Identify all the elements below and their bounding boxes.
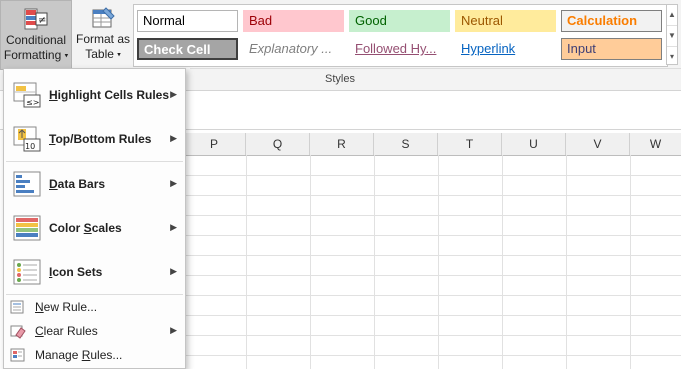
menu-label: ata Bars bbox=[57, 177, 106, 191]
style-explanatory[interactable]: Explanatory ... bbox=[243, 38, 344, 60]
styles-group-label: Styles bbox=[325, 73, 355, 85]
grid-line bbox=[630, 155, 631, 369]
column-header-p[interactable]: P bbox=[183, 133, 246, 155]
grid-line bbox=[374, 155, 375, 369]
grid-line bbox=[310, 155, 311, 369]
menu-item-clear-rules[interactable]: Clear Rules ▶ bbox=[4, 319, 185, 343]
grid-line bbox=[183, 295, 681, 296]
conditional-formatting-icon: ≠ bbox=[24, 8, 48, 30]
ribbon-separator bbox=[190, 68, 681, 69]
menu-label: ighlight Cells Rules bbox=[57, 88, 170, 102]
grid-line bbox=[246, 155, 247, 369]
submenu-arrow-icon: ▶ bbox=[170, 133, 177, 143]
menu-item-manage-rules[interactable]: Manage Rules... bbox=[4, 343, 185, 367]
menu-label-mnemonic: S bbox=[83, 221, 92, 235]
grid-line bbox=[183, 355, 681, 356]
grid-line bbox=[183, 275, 681, 276]
column-header-u[interactable]: U bbox=[502, 133, 566, 155]
submenu-arrow-icon: ▶ bbox=[170, 178, 177, 188]
color-scales-icon bbox=[13, 215, 41, 241]
column-header-v[interactable]: V bbox=[566, 133, 630, 155]
highlight-cells-rules-icon: ≤> bbox=[13, 82, 41, 108]
conditional-formatting-label-1: Conditional bbox=[5, 33, 67, 47]
submenu-arrow-icon: ▶ bbox=[170, 222, 177, 232]
column-header-q[interactable]: Q bbox=[246, 133, 310, 155]
format-as-table-button[interactable]: Format as Table ▾ bbox=[74, 0, 132, 70]
menu-label: con Sets bbox=[52, 265, 103, 279]
conditional-formatting-button[interactable]: ≠ Conditional Formatting ▾ bbox=[0, 0, 72, 70]
menu-label: op/Bottom Rules bbox=[55, 132, 152, 146]
gallery-more-icon[interactable]: ▾ bbox=[667, 47, 677, 67]
menu-item-highlight-cells-rules[interactable]: ≤> Highlight Cells Rules ▶ bbox=[4, 73, 185, 117]
column-header-w[interactable]: W bbox=[630, 133, 681, 155]
scroll-up-icon[interactable]: ▲ bbox=[667, 5, 677, 26]
submenu-arrow-icon: ▶ bbox=[170, 325, 177, 335]
style-good[interactable]: Good bbox=[349, 10, 450, 32]
column-header-r[interactable]: R bbox=[310, 133, 374, 155]
gallery-scrollbar[interactable]: ▲ ▼ ▾ bbox=[666, 4, 678, 65]
menu-item-data-bars[interactable]: Data Bars ▶ bbox=[4, 162, 185, 206]
style-hyperlink[interactable]: Hyperlink bbox=[455, 38, 556, 60]
conditional-formatting-menu: ≤> Highlight Cells Rules ▶ 10 Top/Bottom… bbox=[3, 68, 186, 369]
conditional-formatting-label-2: Formatting bbox=[3, 48, 62, 62]
menu-label: cales bbox=[91, 221, 122, 235]
new-rule-icon bbox=[10, 300, 24, 314]
grid-line bbox=[183, 235, 681, 236]
style-input[interactable]: Input bbox=[561, 38, 662, 60]
format-as-table-label-1: Format as bbox=[75, 32, 130, 46]
svg-text:10: 10 bbox=[25, 142, 35, 151]
column-headers: P Q R S T U V W bbox=[183, 133, 681, 156]
format-as-table-icon bbox=[92, 7, 115, 28]
chevron-down-icon: ▾ bbox=[117, 51, 121, 59]
style-neutral[interactable]: Neutral bbox=[455, 10, 556, 32]
grid-line bbox=[183, 195, 681, 196]
menu-label-mnemonic: D bbox=[49, 177, 58, 191]
svg-text:≤>: ≤> bbox=[26, 98, 39, 107]
grid-line bbox=[566, 155, 567, 369]
menu-label-mnemonic: N bbox=[35, 300, 44, 314]
top-bottom-rules-icon: 10 bbox=[13, 126, 41, 152]
submenu-arrow-icon: ▶ bbox=[170, 89, 177, 99]
data-bars-icon bbox=[13, 171, 41, 197]
scroll-down-icon[interactable]: ▼ bbox=[667, 26, 677, 47]
menu-item-icon-sets[interactable]: Icon Sets ▶ bbox=[4, 250, 185, 294]
column-header-t[interactable]: T bbox=[438, 133, 502, 155]
menu-label: ules... bbox=[90, 348, 123, 362]
cell-styles-gallery: Normal Bad Good Neutral Calculation Chec… bbox=[133, 4, 668, 67]
style-calculation[interactable]: Calculation bbox=[561, 10, 662, 32]
menu-label-mnemonic: H bbox=[49, 88, 58, 102]
menu-item-color-scales[interactable]: Color Scales ▶ bbox=[4, 206, 185, 250]
menu-label: ew Rule... bbox=[43, 300, 98, 314]
icon-sets-icon bbox=[13, 259, 41, 285]
grid-line bbox=[502, 155, 503, 369]
chevron-down-icon: ▾ bbox=[64, 52, 69, 60]
menu-label: Manage bbox=[35, 348, 82, 362]
style-check-cell[interactable]: Check Cell bbox=[137, 38, 238, 60]
manage-rules-icon bbox=[10, 348, 25, 362]
grid-line bbox=[183, 255, 681, 256]
submenu-arrow-icon: ▶ bbox=[170, 266, 177, 276]
menu-label: Color bbox=[49, 221, 84, 235]
grid-line bbox=[183, 335, 681, 336]
menu-label: lear Rules bbox=[43, 324, 98, 338]
style-normal[interactable]: Normal bbox=[137, 10, 238, 32]
menu-item-top-bottom-rules[interactable]: 10 Top/Bottom Rules ▶ bbox=[4, 117, 185, 161]
grid-line bbox=[183, 175, 681, 176]
style-bad[interactable]: Bad bbox=[243, 10, 344, 32]
style-followed-hyperlink[interactable]: Followed Hy... bbox=[349, 38, 450, 60]
svg-text:≠: ≠ bbox=[38, 15, 46, 26]
column-header-s[interactable]: S bbox=[374, 133, 438, 155]
grid-line bbox=[438, 155, 439, 369]
grid-line bbox=[183, 215, 681, 216]
menu-item-new-rule[interactable]: New Rule... bbox=[4, 295, 185, 319]
format-as-table-label-2: Table bbox=[85, 47, 114, 61]
eraser-icon bbox=[10, 325, 26, 339]
grid-line bbox=[183, 315, 681, 316]
menu-label-mnemonic: C bbox=[35, 324, 44, 338]
